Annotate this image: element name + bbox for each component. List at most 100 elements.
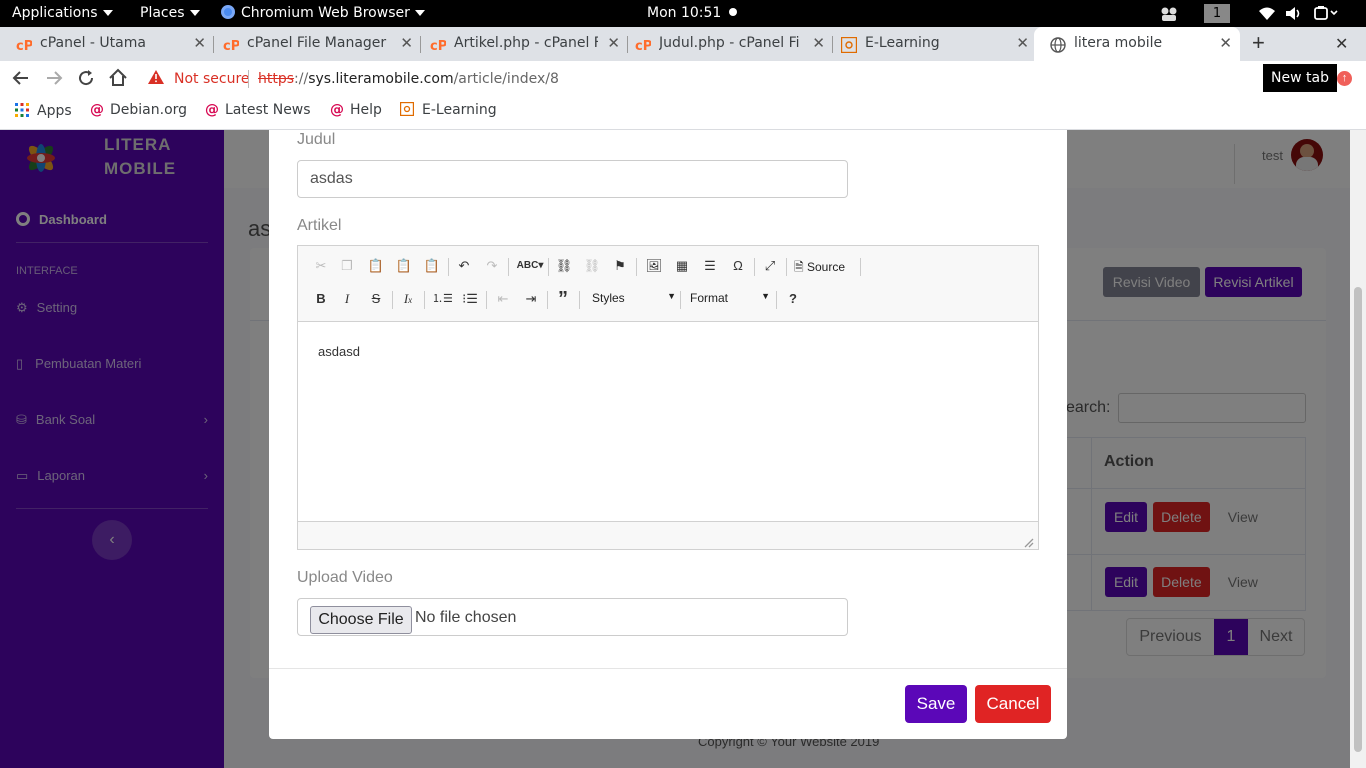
artikel-label: Artikel — [297, 217, 342, 234]
paste-text-icon[interactable]: 📋 — [394, 256, 414, 276]
maximize-icon[interactable]: ⤢ — [760, 256, 780, 276]
bookmark-e-learning[interactable]: E-Learning — [399, 101, 497, 120]
bulleted-list-icon[interactable]: ⁝☰ — [460, 289, 480, 309]
cancel-button[interactable]: Cancel — [975, 685, 1051, 723]
bookmark-label: Apps — [37, 103, 72, 119]
special-char-icon[interactable]: Ω — [728, 256, 748, 276]
italic-icon[interactable]: I — [337, 289, 357, 309]
blockquote-icon[interactable]: ” — [553, 289, 573, 309]
tab-title: Artikel.php - cPanel F — [454, 35, 598, 51]
modal-footer-divider — [269, 668, 1067, 669]
tab-title: cPanel - Utama — [40, 35, 146, 51]
anchor-flag-icon[interactable]: ⚑ — [610, 256, 630, 276]
power-status-icon[interactable] — [1313, 5, 1339, 25]
format-dropdown[interactable]: Format ▼ — [690, 291, 770, 305]
cpanel-icon: cP — [430, 37, 447, 54]
url-host: sys.literamobile.com — [308, 71, 454, 87]
clock[interactable]: Mon 10:51 — [647, 5, 737, 21]
tab-title: cPanel File Manager — [247, 35, 387, 51]
back-icon[interactable] — [12, 69, 30, 90]
rich-text-editor: ✂ ❐ 📋 📋 📋 ↶ ↷ ABC▾ ⛓ ⛓ ⚑ 🖼 ▦ ☰ Ω ⤢ 🗎 Sou… — [297, 245, 1039, 550]
tab-cpanel-utama[interactable]: cP cPanel - Utama ✕ — [0, 27, 214, 61]
close-icon[interactable]: ✕ — [1219, 34, 1232, 52]
editor-text: asdasd — [318, 344, 360, 359]
table-icon[interactable]: ▦ — [672, 256, 692, 276]
tab-cpanel-file-manager[interactable]: cP cPanel File Manager ✕ — [207, 27, 421, 61]
judul-label: Judul — [297, 131, 336, 148]
styles-dropdown[interactable]: Styles ▼ — [592, 291, 676, 305]
elearning-icon — [399, 101, 415, 120]
unlink-icon[interactable]: ⛓ — [582, 256, 602, 276]
toolbar-separator — [508, 258, 509, 276]
document-icon: 🗎 — [794, 260, 804, 274]
undo-icon[interactable]: ↶ — [454, 256, 474, 276]
warning-icon[interactable] — [148, 70, 164, 87]
clock-label: Mon 10:51 — [647, 5, 722, 21]
resize-handle-icon[interactable] — [1024, 535, 1034, 551]
paste-word-icon[interactable]: 📋 — [422, 256, 442, 276]
volume-icon[interactable] — [1285, 6, 1303, 25]
link-icon[interactable]: ⛓ — [554, 256, 574, 276]
toolbar-separator — [680, 291, 681, 309]
numbered-list-icon[interactable]: ⒈☰ — [432, 289, 453, 309]
horizontal-rule-icon[interactable]: ☰ — [700, 256, 720, 276]
applications-menu[interactable]: Applications — [12, 5, 113, 21]
tab-litera-mobile[interactable]: litera mobile ✕ — [1034, 27, 1240, 61]
redo-icon[interactable]: ↷ — [482, 256, 502, 276]
apps-grid-icon — [15, 103, 29, 121]
close-icon[interactable]: ✕ — [400, 34, 413, 52]
copy-icon[interactable]: ❐ — [337, 256, 357, 276]
workspace-indicator[interactable]: 1 — [1204, 4, 1230, 23]
source-label: Source — [807, 260, 846, 274]
editor-toolbar-row: ✂ ❐ 📋 📋 📋 ↶ ↷ ABC▾ ⛓ ⛓ ⚑ 🖼 ▦ ☰ Ω ⤢ 🗎 Sou… — [310, 256, 1030, 278]
tab-judul-php[interactable]: cP Judul.php - cPanel Fi ✕ — [619, 27, 833, 61]
remove-format-icon[interactable]: Ix — [398, 289, 418, 309]
svg-text:cP: cP — [635, 39, 651, 53]
bookmark-debian[interactable]: @ Debian.org — [90, 102, 187, 118]
save-button[interactable]: Save — [905, 685, 967, 723]
source-button[interactable]: 🗎 Source — [794, 258, 845, 279]
tab-title: Judul.php - cPanel Fi — [659, 35, 800, 51]
reload-icon[interactable] — [77, 69, 95, 90]
bookmark-apps[interactable]: Apps — [15, 103, 72, 121]
tray-app-icon[interactable] — [1160, 6, 1178, 26]
outdent-icon[interactable]: ⇤ — [493, 289, 513, 309]
bold-icon[interactable]: B — [311, 289, 331, 309]
paste-icon[interactable]: 📋 — [366, 256, 386, 276]
upload-video-label: Upload Video — [297, 569, 393, 586]
toolbar-separator — [548, 258, 549, 276]
no-file-text: No file chosen — [415, 609, 517, 626]
scrollbar-thumb[interactable] — [1354, 287, 1362, 752]
spellcheck-icon[interactable]: ABC▾ — [516, 256, 544, 276]
close-window-icon[interactable]: ✕ — [1335, 34, 1348, 54]
help-icon[interactable]: ? — [783, 289, 803, 309]
toolbar-separator — [547, 291, 548, 309]
editor-content-area[interactable]: asdasd — [298, 321, 1038, 522]
scrollbar[interactable] — [1350, 130, 1366, 768]
home-icon[interactable] — [108, 68, 128, 91]
bookmark-latest-news[interactable]: @ Latest News — [205, 102, 311, 118]
debian-icon: @ — [330, 102, 344, 118]
strikethrough-icon[interactable]: S — [366, 289, 386, 309]
cut-icon[interactable]: ✂ — [311, 256, 331, 276]
places-label: Places — [140, 5, 185, 21]
wifi-icon[interactable] — [1258, 6, 1276, 25]
bookmark-help[interactable]: @ Help — [330, 102, 382, 118]
places-menu[interactable]: Places — [140, 5, 200, 21]
forward-icon[interactable] — [45, 69, 63, 90]
address-bar[interactable]: https://sys.literamobile.com/article/ind… — [258, 71, 559, 87]
close-icon[interactable]: ✕ — [812, 34, 825, 52]
indent-icon[interactable]: ⇥ — [521, 289, 541, 309]
file-upload-field[interactable]: Choose File No file chosen — [297, 598, 848, 636]
judul-input[interactable]: asdas — [297, 160, 848, 198]
update-icon[interactable]: ↑ — [1337, 71, 1352, 86]
browser-app-menu[interactable]: Chromium Web Browser — [221, 5, 425, 21]
close-icon[interactable]: ✕ — [193, 34, 206, 52]
tab-e-learning[interactable]: E-Learning ✕ — [825, 27, 1037, 61]
image-icon[interactable]: 🖼 — [644, 256, 664, 276]
new-tab-button[interactable]: + — [1252, 30, 1265, 56]
choose-file-button[interactable]: Choose File — [310, 606, 412, 634]
security-status[interactable]: Not secure — [174, 71, 250, 87]
tab-artikel-php[interactable]: cP Artikel.php - cPanel F ✕ — [414, 27, 628, 61]
close-icon[interactable]: ✕ — [1016, 34, 1029, 52]
